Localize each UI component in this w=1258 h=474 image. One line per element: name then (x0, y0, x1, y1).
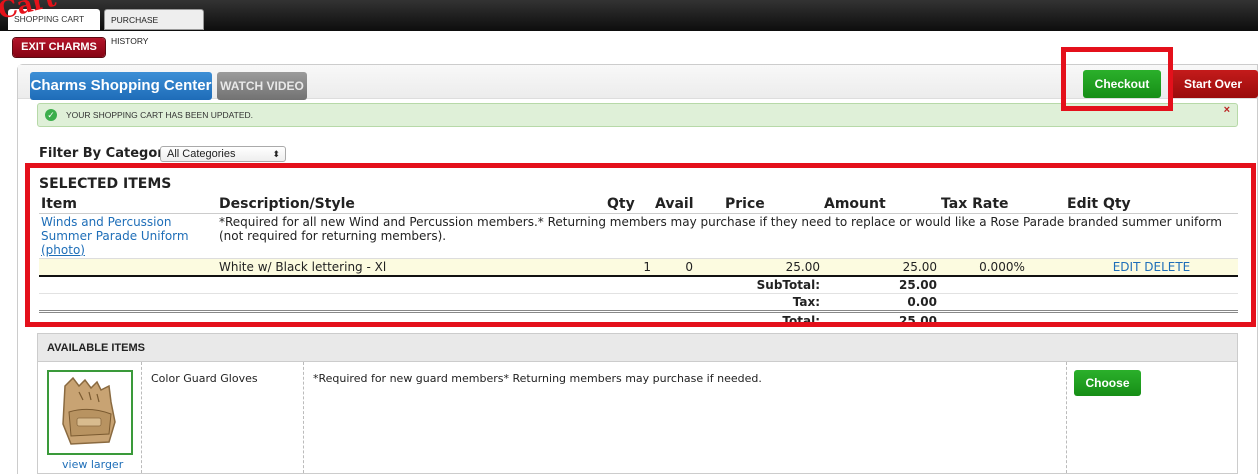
watch-video-button[interactable]: WATCH VIDEO (217, 72, 307, 100)
view-larger-link[interactable]: view larger (62, 458, 123, 471)
check-icon: ✓ (45, 109, 57, 121)
exit-charms-button[interactable]: EXIT CHARMS (13, 38, 105, 57)
select-arrows-icon: ⬍ (272, 149, 280, 159)
shopping-center-button[interactable]: Charms Shopping Center (30, 72, 212, 100)
checkout-highlight-box (1061, 47, 1173, 111)
choose-button[interactable]: Choose (1074, 370, 1141, 396)
available-item-description: *Required for new guard members* Returni… (313, 372, 762, 385)
column-divider (141, 362, 142, 473)
category-select[interactable]: All Categories ⬍ (160, 146, 286, 162)
available-items-title: AVAILABLE ITEMS (38, 334, 1237, 362)
start-over-button[interactable]: Start Over (1168, 70, 1258, 98)
tab-purchase-history[interactable]: PURCHASE HISTORY (104, 9, 204, 46)
glove-image (62, 376, 116, 445)
filter-label: Filter By Category (39, 146, 173, 161)
category-select-value: All Categories (167, 148, 236, 160)
column-divider (303, 362, 304, 473)
top-tab-bar: SHOPPING CART PURCHASE HISTORY (0, 0, 1258, 46)
alert-message: YOUR SHOPPING CART HAS BEEN UPDATED. (66, 110, 254, 120)
column-divider (1066, 362, 1067, 473)
glove-thumbnail[interactable] (47, 370, 133, 455)
cart-updated-alert: ✓ YOUR SHOPPING CART HAS BEEN UPDATED. × (37, 103, 1238, 127)
available-items-panel: AVAILABLE ITEMS view larger Color Guard … (37, 333, 1238, 474)
close-icon[interactable]: × (1224, 99, 1230, 121)
available-item-name: Color Guard Gloves (151, 372, 258, 385)
selected-items-highlight-box (25, 163, 1256, 327)
